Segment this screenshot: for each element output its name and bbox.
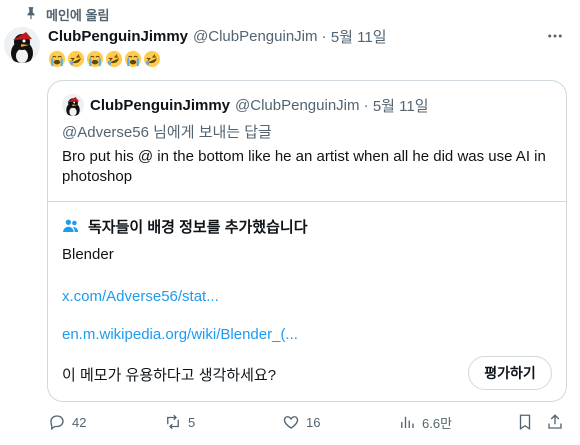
loudly-crying-face-icon: [48, 50, 66, 68]
quoted-tweet[interactable]: ClubPenguinJimmy @ClubPenguinJim · 5월 11…: [47, 80, 567, 402]
quoted-author: ClubPenguinJimmy @ClubPenguinJim · 5월 11…: [62, 94, 429, 116]
author-name[interactable]: ClubPenguinJimmy: [48, 28, 188, 45]
quoted-date: 5월 11일: [372, 97, 429, 115]
more-options-button[interactable]: [543, 26, 567, 46]
community-note: 독자들이 배경 정보를 추가했습니다 Blender x.com/Adverse…: [48, 201, 566, 401]
rofl-face-icon: [67, 50, 85, 68]
share-icon: [548, 414, 562, 429]
pin-icon: [24, 6, 38, 23]
author-handle[interactable]: @ClubPenguinJim: [193, 28, 317, 45]
like-count: 16: [306, 414, 321, 430]
pinned-indicator: 메인에 올림: [24, 6, 110, 23]
bookmark-button[interactable]: [516, 410, 534, 434]
view-count: 6.6만: [422, 415, 453, 431]
more-horizontal-icon: [548, 34, 562, 38]
tweet-author: ClubPenguinJimmy @ClubPenguinJim · 5월 11…: [48, 26, 387, 46]
bookmark-icon: [519, 414, 531, 431]
tweet-date[interactable]: 5월 11일: [331, 26, 387, 47]
reply-button[interactable]: 42: [48, 410, 86, 434]
separator: ·: [317, 27, 331, 45]
tweet-text: [48, 50, 161, 70]
like-button[interactable]: 16: [282, 410, 320, 434]
repost-count: 5: [188, 414, 196, 430]
heart-icon: [283, 416, 299, 429]
community-note-body: Blender: [62, 246, 114, 263]
note-link-wikipedia[interactable]: en.m.wikipedia.org/wiki/Blender_(...: [62, 326, 298, 343]
penguin-avatar-icon: [4, 27, 40, 63]
community-note-title: 독자들이 배경 정보를 추가했습니다: [88, 218, 308, 236]
rofl-face-icon: [143, 50, 161, 68]
quoted-text: Bro put his @ in the bottom like he an a…: [62, 148, 546, 185]
action-bar: 42 5 16 6.6만: [0, 410, 580, 434]
quoted-avatar: [62, 94, 84, 116]
rofl-face-icon: [105, 50, 123, 68]
views-chart-icon: [401, 416, 414, 428]
note-helpful-question: 이 메모가 유용하다고 생각하세요?: [62, 367, 277, 384]
reply-handle: @Adverse56: [62, 124, 149, 141]
views-button[interactable]: 6.6만: [398, 410, 452, 434]
loudly-crying-face-icon: [86, 50, 104, 68]
avatar[interactable]: [4, 27, 40, 63]
penguin-avatar-icon: [62, 94, 84, 116]
quoted-author-handle: @ClubPenguinJim: [235, 96, 360, 114]
reply-icon: [50, 415, 64, 431]
community-note-header: 독자들이 배경 정보를 추가했습니다: [62, 216, 308, 236]
reply-context: @Adverse56 님에게 보내는 답글: [62, 121, 272, 142]
reply-count: 42: [72, 414, 87, 430]
share-button[interactable]: [546, 410, 564, 434]
quoted-author-name: ClubPenguinJimmy: [90, 96, 231, 114]
pinned-label: 메인에 올림: [46, 7, 110, 23]
repost-button[interactable]: 5: [164, 410, 195, 434]
note-link-x[interactable]: x.com/Adverse56/stat...: [62, 288, 219, 305]
separator: ·: [359, 96, 373, 114]
repost-icon: [167, 414, 179, 430]
reply-suffix: 님에게 보내는 답글: [148, 124, 272, 141]
people-icon: [63, 219, 79, 232]
rate-note-button[interactable]: 평가하기: [468, 356, 552, 390]
loudly-crying-face-icon: [124, 50, 142, 68]
